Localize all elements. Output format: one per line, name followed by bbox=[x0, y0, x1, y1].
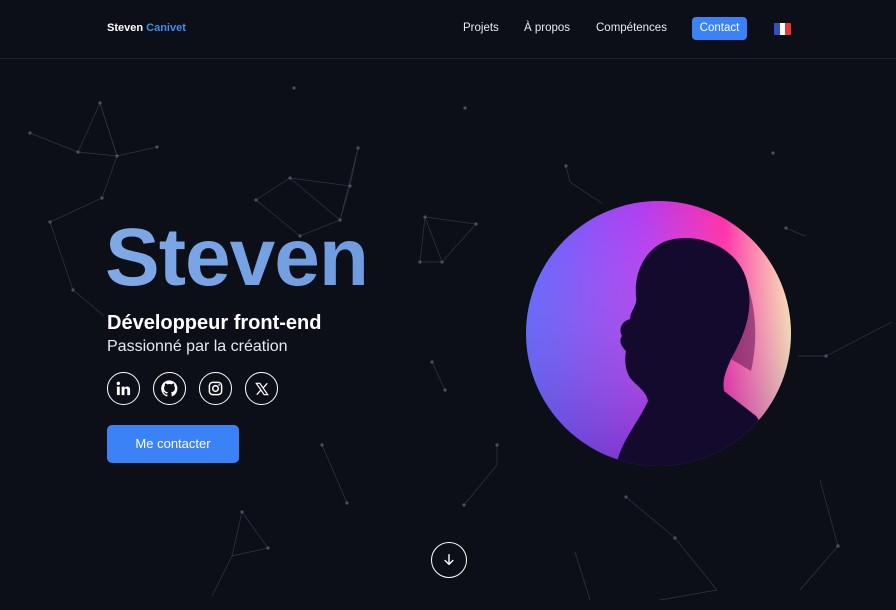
brand-logo[interactable]: Steven Canivet bbox=[107, 22, 186, 34]
nav-link-a-propos[interactable]: À propos bbox=[524, 22, 570, 34]
linkedin-icon bbox=[116, 381, 131, 396]
github-icon bbox=[161, 380, 178, 397]
nav-link-competences[interactable]: Compétences bbox=[596, 22, 667, 34]
x-icon bbox=[254, 382, 269, 395]
france-flag-icon[interactable] bbox=[774, 23, 791, 35]
linkedin-button[interactable] bbox=[107, 372, 140, 405]
github-button[interactable] bbox=[153, 372, 186, 405]
instagram-button[interactable] bbox=[199, 372, 232, 405]
navbar: Steven Canivet Projets À propos Compéten… bbox=[0, 0, 896, 59]
brand-first-name: Steven bbox=[107, 22, 144, 34]
x-button[interactable] bbox=[245, 372, 278, 405]
profile-photo bbox=[526, 201, 791, 466]
brand-last-name: Canivet bbox=[146, 22, 186, 34]
scroll-down-button[interactable] bbox=[431, 542, 467, 578]
nav-link-projets[interactable]: Projets bbox=[463, 22, 499, 34]
hero-name: Steven bbox=[105, 212, 369, 303]
hero-tagline: Passionné par la création bbox=[107, 338, 288, 355]
nav-contact-button[interactable]: Contact bbox=[692, 17, 747, 40]
arrow-down-icon bbox=[444, 554, 454, 566]
instagram-icon bbox=[208, 381, 223, 396]
contact-me-button[interactable]: Me contacter bbox=[107, 425, 239, 463]
hero-role: Développeur front-end bbox=[107, 312, 322, 334]
